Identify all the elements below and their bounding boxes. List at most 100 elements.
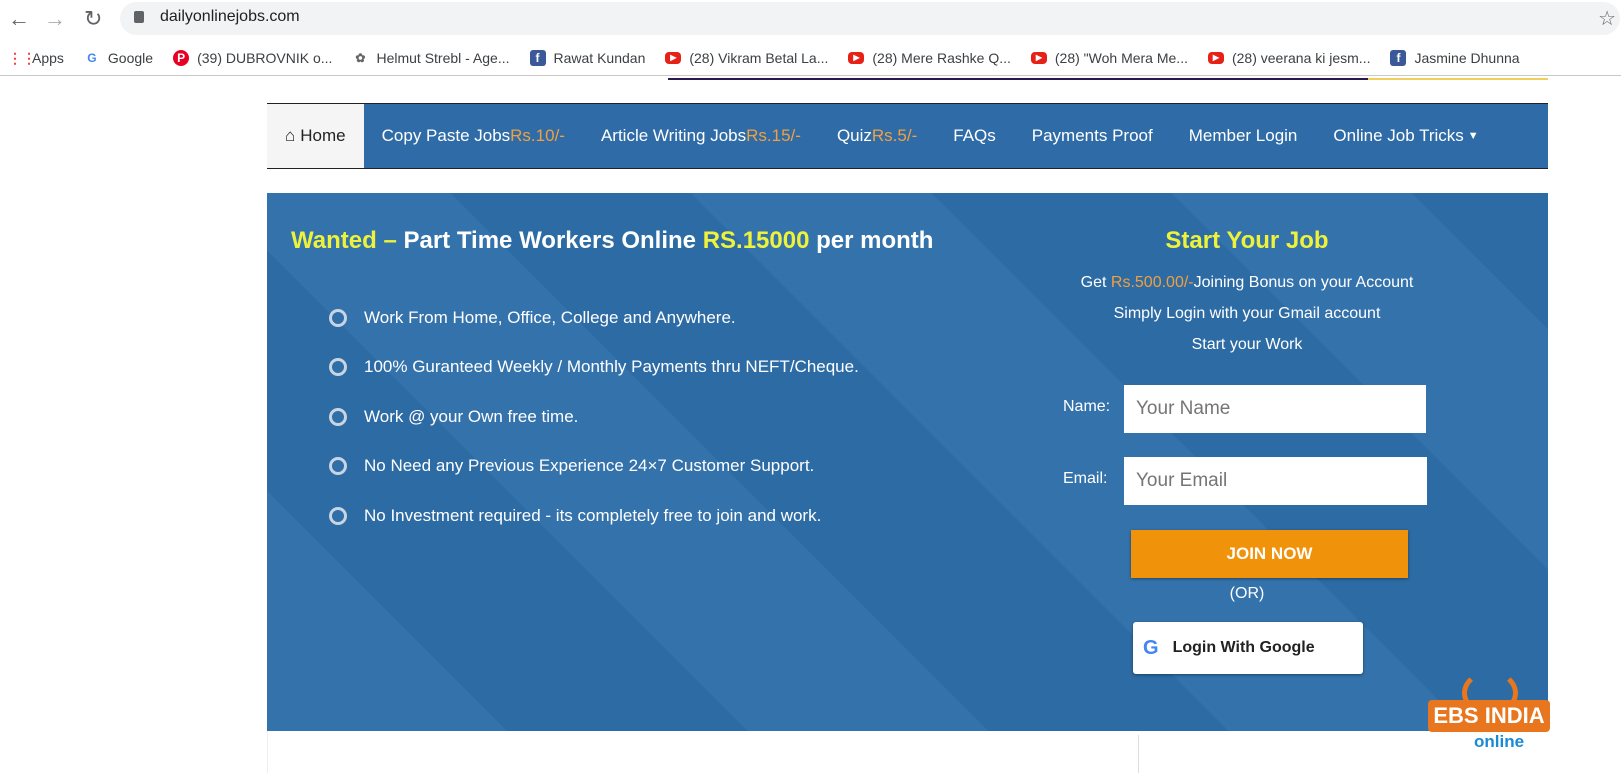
- login-google-button[interactable]: G Login With Google: [1133, 622, 1363, 674]
- nav-label: Member Login: [1188, 126, 1298, 145]
- bookmark-label: Rawat Kundan: [553, 49, 646, 66]
- nav-item[interactable]: Online Job Tricks ▼: [1315, 104, 1496, 168]
- facebook-icon: f: [529, 49, 546, 66]
- bookmark-item[interactable]: f Rawat Kundan: [529, 49, 646, 66]
- bookmark-label: (28) veerana ki jesm...: [1231, 49, 1371, 66]
- name-label: Name:: [1063, 398, 1111, 415]
- bookmark-item[interactable]: ▶ (28) Mere Rashke Q...: [848, 50, 1011, 66]
- benefit-item: 100% Guranteed Weekly / Monthly Payments…: [329, 343, 859, 393]
- nav-item[interactable]: Payments Proof: [1014, 104, 1171, 168]
- benefits-list: Work From Home, Office, College and Anyw…: [329, 293, 859, 541]
- nav-label: Quiz: [836, 126, 872, 145]
- benefit-text: No Need any Previous Experience 24×7 Cus…: [364, 456, 815, 476]
- nav-label: Article Writing Jobs: [600, 126, 747, 145]
- decorative-line: [1368, 78, 1548, 80]
- hero-banner: Wanted – Part Time Workers Online RS.150…: [267, 193, 1548, 731]
- name-input[interactable]: [1124, 385, 1426, 433]
- bookmark-item[interactable]: ▶ (28) Vikram Betal La...: [665, 50, 828, 66]
- nav-item[interactable]: Member Login: [1171, 104, 1316, 168]
- back-icon[interactable]: ←: [8, 6, 30, 32]
- content-below: [267, 731, 1548, 773]
- bonus-amount: Rs.500.00/-: [1110, 274, 1194, 291]
- nav-home-label: Home: [300, 126, 346, 145]
- headline-end: per month: [809, 227, 934, 254]
- forward-icon[interactable]: →: [44, 6, 66, 32]
- chevron-down-icon: ▼: [1467, 130, 1479, 142]
- nav-item[interactable]: Article Writing Jobs Rs.15/-: [583, 104, 819, 168]
- nav-item[interactable]: Copy Paste Jobs Rs.10/-: [364, 104, 583, 168]
- bookmark-star-icon[interactable]: ☆: [1598, 6, 1616, 31]
- pinterest-icon: P: [173, 49, 190, 66]
- email-input[interactable]: [1124, 457, 1427, 505]
- circle-bullet-icon: [329, 407, 347, 426]
- headline-wanted: Wanted –: [291, 227, 397, 254]
- browser-toolbar: ← → ↻ dailyonlinejobs.com ☆: [0, 0, 1621, 38]
- youtube-icon: ▶: [1207, 51, 1224, 64]
- nav-label: FAQs: [953, 126, 996, 145]
- nav-item[interactable]: Quiz Rs.5/-: [819, 104, 935, 168]
- headline-mid: Part Time Workers Online: [396, 227, 703, 254]
- benefit-text: No Investment required - its completely …: [364, 505, 822, 525]
- home-icon: ⌂: [285, 126, 296, 145]
- youtube-icon: ▶: [848, 51, 865, 64]
- apps-grid-icon: ⋮⋮: [8, 49, 36, 66]
- bonus-pre: Get: [1080, 274, 1111, 291]
- divider: [1138, 735, 1139, 773]
- bookmark-label: Google: [107, 49, 154, 66]
- headline-amount: RS.15000: [702, 227, 810, 254]
- nav-label: Copy Paste Jobs: [381, 126, 511, 145]
- start-line: Start your Work: [1191, 336, 1303, 353]
- nav-home[interactable]: ⌂ Home: [267, 104, 364, 168]
- bookmark-item[interactable]: f Jasmine Dhunna: [1390, 49, 1520, 66]
- bonus-post: Joining Bonus on your Account: [1193, 274, 1414, 291]
- logo-sub: online: [1474, 732, 1525, 751]
- bookmark-label: (28) "Woh Mera Me...: [1054, 49, 1188, 66]
- login-google-label: Login With Google: [1172, 639, 1315, 656]
- address-bar[interactable]: dailyonlinejobs.com ☆: [120, 2, 1620, 35]
- bookmark-label: Apps: [32, 49, 64, 66]
- facebook-icon: f: [1390, 49, 1407, 66]
- bookmark-item[interactable]: ✿ Helmut Strebl - Age...: [352, 50, 509, 66]
- bookmark-item[interactable]: G Google: [84, 50, 153, 66]
- hero-headline: Wanted – Part Time Workers Online RS.150…: [291, 227, 933, 255]
- bookmark-item[interactable]: ▶ (28) veerana ki jesm...: [1207, 49, 1371, 66]
- circle-bullet-icon: [329, 358, 347, 377]
- nav-price: Rs.5/-: [871, 126, 918, 145]
- youtube-icon: ▶: [665, 51, 682, 64]
- gmail-line: Simply Login with your Gmail account: [1113, 305, 1381, 322]
- benefit-text: Work From Home, Office, College and Anyw…: [364, 307, 736, 327]
- logo-text: EBS INDIA: [1428, 700, 1550, 732]
- youtube-icon: ▶: [1030, 51, 1047, 64]
- bookmark-label: (28) Mere Rashke Q...: [872, 49, 1011, 66]
- benefit-item: Work @ your Own free time.: [329, 392, 859, 442]
- benefit-item: No Investment required - its completely …: [329, 491, 859, 541]
- decorative-line: [668, 78, 1368, 80]
- email-label: Email:: [1063, 470, 1108, 487]
- main-nav: ⌂ Home Copy Paste Jobs Rs.10/- Article Wri…: [267, 103, 1548, 169]
- bookmark-label: (39) DUBROVNIK o...: [197, 49, 333, 66]
- reload-icon[interactable]: ↻: [84, 6, 102, 32]
- nav-item[interactable]: FAQs: [935, 104, 1014, 168]
- benefit-text: 100% Guranteed Weekly / Monthly Payments…: [364, 357, 859, 377]
- site-icon: ✿: [355, 50, 366, 65]
- bookmark-label: (28) Vikram Betal La...: [689, 49, 829, 66]
- signup-title: Start Your Job: [1165, 227, 1329, 254]
- circle-bullet-icon: [329, 457, 347, 476]
- or-text: (OR): [1229, 585, 1265, 602]
- bookmark-label: Jasmine Dhunna: [1414, 49, 1520, 66]
- bonus-line: Get Rs.500.00/-Joining Bonus on your Acc…: [1047, 274, 1447, 292]
- nav-label: Online Job Tricks: [1333, 126, 1464, 145]
- bookmark-item[interactable]: P (39) DUBROVNIK o...: [173, 49, 333, 66]
- nav-label: Payments Proof: [1031, 126, 1153, 145]
- circle-bullet-icon: [329, 308, 347, 327]
- join-now-button[interactable]: JOIN NOW: [1131, 530, 1408, 578]
- google-icon: G: [1143, 636, 1159, 659]
- bookmark-item[interactable]: ⋮⋮ Apps: [8, 50, 64, 66]
- signup-panel: Start Your Job Get Rs.500.00/-Joining Bo…: [1047, 193, 1447, 731]
- google-icon: G: [87, 50, 97, 65]
- benefit-item: No Need any Previous Experience 24×7 Cus…: [329, 442, 859, 492]
- bookmark-item[interactable]: ▶ (28) "Woh Mera Me...: [1030, 49, 1188, 66]
- nav-price: Rs.15/-: [746, 126, 801, 145]
- lock-icon: [134, 11, 144, 23]
- nav-price: Rs.10/-: [510, 126, 565, 145]
